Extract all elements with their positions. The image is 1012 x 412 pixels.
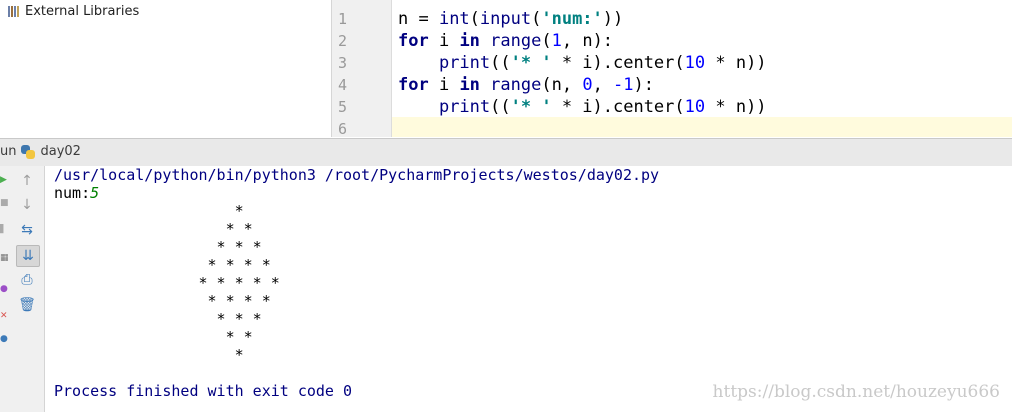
line-number: 4 bbox=[338, 76, 348, 94]
code-token: 10 bbox=[684, 97, 706, 117]
console-output-line: * * * * * bbox=[54, 274, 280, 292]
print-icon[interactable]: ⎙ bbox=[16, 270, 38, 290]
line-number: 5 bbox=[338, 98, 348, 116]
console-output-line: * * * bbox=[54, 238, 262, 256]
code-token: -1 bbox=[613, 75, 634, 95]
code-token: * n)) bbox=[705, 53, 767, 73]
library-icon bbox=[8, 5, 20, 17]
code-token: (n, bbox=[541, 75, 583, 95]
help-icon[interactable]: ● bbox=[0, 334, 9, 344]
code-token: , bbox=[592, 75, 614, 95]
code-token: i bbox=[428, 75, 460, 95]
rerun-icon[interactable]: ▶ bbox=[0, 175, 9, 185]
down-arrow-icon[interactable]: ↓ bbox=[16, 195, 38, 215]
code-token: (( bbox=[490, 97, 511, 117]
soft-wrap-icon[interactable]: ⇆ bbox=[16, 220, 38, 240]
console-prompt-line: num:5 bbox=[54, 184, 99, 202]
console-command: /usr/local/python/bin/python3 /root/Pych… bbox=[54, 166, 660, 184]
code-token: '* ' bbox=[510, 53, 552, 73]
line-number: 2 bbox=[338, 32, 348, 50]
code-token: print bbox=[438, 97, 491, 117]
code-token: for bbox=[398, 31, 429, 51]
external-libraries-node[interactable]: External Libraries bbox=[8, 3, 139, 19]
console-output-line: * * * bbox=[54, 310, 262, 328]
code-token: i bbox=[428, 31, 460, 51]
python-icon bbox=[21, 144, 36, 159]
line-number: 6 bbox=[338, 120, 348, 137]
code-token: ( bbox=[469, 9, 480, 29]
console-output-line: * * bbox=[54, 328, 253, 346]
external-libraries-label: External Libraries bbox=[25, 3, 140, 19]
run-tab-label: un bbox=[0, 144, 17, 159]
code-token: (( bbox=[490, 53, 511, 73]
code-token: ( bbox=[531, 9, 542, 29]
console-output-line: * * * * bbox=[54, 256, 271, 274]
pause-icon[interactable]: ▌ bbox=[0, 224, 9, 234]
code-token: 1 bbox=[551, 31, 562, 51]
console-output-line: * * bbox=[54, 220, 253, 238]
code-token: 0 bbox=[582, 75, 593, 95]
code-line[interactable]: print(('* ' * i).center(10 * n)) bbox=[398, 52, 767, 74]
line-number: 3 bbox=[338, 54, 348, 72]
watermark: https://blog.csdn.net/houzeyu666 bbox=[712, 382, 1000, 402]
trash-icon[interactable]: 🗑 bbox=[16, 295, 38, 315]
code-token: ): bbox=[633, 75, 655, 95]
code-token: print bbox=[438, 53, 491, 73]
console-output-line: * bbox=[54, 202, 244, 220]
code-line[interactable]: for i in range(n, 0, -1): bbox=[398, 74, 654, 96]
line-number: 1 bbox=[338, 10, 348, 28]
current-line-highlight bbox=[392, 117, 1012, 137]
code-token: int bbox=[438, 9, 470, 29]
debug-icon[interactable]: ● bbox=[0, 284, 9, 294]
console-output-line: * * * * bbox=[54, 292, 271, 310]
code-line[interactable]: n = int(input('num:')) bbox=[398, 8, 623, 30]
console-exit-message: Process finished with exit code 0 bbox=[54, 382, 353, 400]
code-token: n = bbox=[398, 9, 439, 29]
stop-icon[interactable]: ■ bbox=[0, 198, 9, 208]
run-actions-strip: ▶ ■ ▌ ▦ ● ✕ ● bbox=[0, 166, 9, 412]
layout-icon[interactable]: ▦ bbox=[0, 253, 9, 263]
console-prompt: num: bbox=[54, 184, 91, 202]
run-config-name: day02 bbox=[40, 144, 81, 159]
code-token: '* ' bbox=[510, 97, 552, 117]
run-console[interactable]: /usr/local/python/bin/python3 /root/Pych… bbox=[45, 166, 1012, 412]
code-token: , n): bbox=[561, 31, 614, 51]
code-token: * i).center( bbox=[551, 97, 685, 117]
code-token: input bbox=[479, 9, 532, 29]
console-output-line: * bbox=[54, 346, 244, 364]
code-token: in bbox=[459, 75, 480, 95]
code-token: ( bbox=[541, 31, 552, 51]
run-tool-window-header: un day02 bbox=[0, 138, 1012, 167]
console-user-input: 5 bbox=[90, 184, 100, 202]
code-token: 10 bbox=[684, 53, 706, 73]
code-token: * n)) bbox=[705, 97, 767, 117]
code-token: range bbox=[490, 75, 542, 95]
project-pane: External Libraries bbox=[0, 0, 332, 137]
code-editor[interactable]: 1 2 3 4 5 6 n = int(input('num:')) for i… bbox=[332, 0, 1012, 137]
code-token: )) bbox=[602, 9, 624, 29]
code-token: 'num:' bbox=[541, 9, 603, 29]
code-token: * i).center( bbox=[551, 53, 685, 73]
code-line[interactable]: for i in range(1, n): bbox=[398, 30, 613, 52]
console-toolbar: ↑ ↓ ⇆ ⇊ ⎙ 🗑 bbox=[9, 166, 45, 412]
code-token: in bbox=[459, 31, 480, 51]
close-icon[interactable]: ✕ bbox=[0, 311, 9, 321]
up-arrow-icon[interactable]: ↑ bbox=[16, 171, 38, 191]
code-line[interactable]: print(('* ' * i).center(10 * n)) bbox=[398, 96, 767, 118]
scroll-to-end-icon[interactable]: ⇊ bbox=[16, 245, 40, 267]
code-token: range bbox=[490, 31, 542, 51]
run-tab[interactable]: un day02 bbox=[0, 144, 81, 159]
code-token: for bbox=[398, 75, 429, 95]
